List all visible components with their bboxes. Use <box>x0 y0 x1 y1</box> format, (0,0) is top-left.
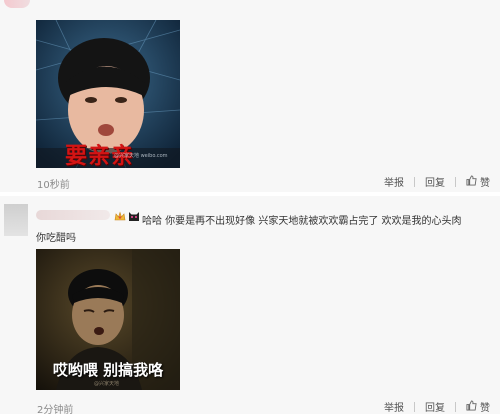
divider <box>414 176 415 187</box>
like-button[interactable]: 赞 <box>466 399 490 414</box>
crown-icon <box>114 211 126 221</box>
meme-caption: 哎哟喂 别搞我咯 <box>52 361 164 379</box>
avatar[interactable] <box>4 204 28 236</box>
avatar[interactable] <box>4 0 30 8</box>
reply-button[interactable]: 回复 <box>425 174 445 189</box>
username[interactable] <box>36 210 110 220</box>
comment-item: 要亲亲 @兴家天地 weibo.com 10秒前 举报 回复 赞 <box>0 0 500 192</box>
comment-text-continued: 你吃醋吗 <box>36 233 76 244</box>
meme-image[interactable]: 哎哟喂 别搞我咯 @兴家天地 <box>36 249 180 390</box>
cat-icon <box>129 212 139 221</box>
like-label: 赞 <box>480 178 490 189</box>
comment-actions: 举报 回复 赞 <box>384 399 490 414</box>
comment-text: 哈哈 你要是再不出现好像 兴家天地就被欢欢霸占完了 欢欢是我的心头肉 <box>142 216 462 227</box>
divider <box>455 401 456 412</box>
report-button[interactable]: 举报 <box>384 174 404 189</box>
divider <box>455 176 456 187</box>
comment-actions: 举报 回复 赞 <box>384 174 490 189</box>
like-label: 赞 <box>480 403 490 414</box>
like-button[interactable]: 赞 <box>466 174 490 189</box>
thumbs-up-icon <box>466 400 477 414</box>
reply-button[interactable]: 回复 <box>425 399 445 414</box>
report-button[interactable]: 举报 <box>384 399 404 414</box>
meme-image[interactable]: 要亲亲 @兴家天地 weibo.com <box>36 20 180 168</box>
watermark: @兴家天地 weibo.com <box>114 153 168 159</box>
comment-time: 10秒前 <box>37 180 70 191</box>
comment-item: 哈哈 你要是再不出现好像 兴家天地就被欢欢霸占完了 欢欢是我的心头肉 你吃醋吗 … <box>0 196 500 416</box>
divider <box>414 401 415 412</box>
watermark: @兴家天地 <box>94 381 120 387</box>
thumbs-up-icon <box>466 175 477 189</box>
